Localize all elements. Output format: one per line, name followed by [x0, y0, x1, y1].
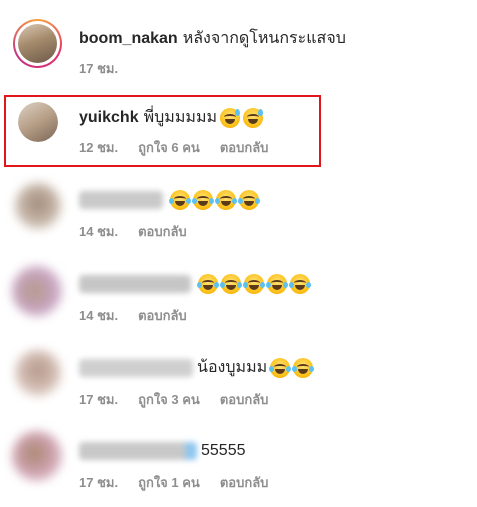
- tears-of-joy-emoji-icon: [192, 190, 214, 210]
- tears-of-joy-emoji-icon: [266, 274, 288, 294]
- blurred-username[interactable]: [79, 442, 197, 460]
- blurred-username[interactable]: [79, 275, 191, 293]
- avatar[interactable]: [13, 19, 62, 68]
- comment-time: 17 ชม.: [79, 392, 119, 407]
- tears-of-joy-emoji-icon: [220, 274, 242, 294]
- comment-time: 14 ชม.: [79, 224, 119, 239]
- tears-of-joy-emoji-icon: [292, 358, 315, 378]
- tears-of-joy-emoji-icon: [169, 190, 191, 210]
- comment-username[interactable]: boom_nakan: [79, 29, 178, 49]
- tears-of-joy-emoji-icon: [215, 190, 237, 210]
- reply-button[interactable]: ตอบกลับ: [220, 140, 269, 156]
- comment-time: 12 ชม.: [79, 140, 119, 155]
- tears-of-joy-emoji-icon: [243, 274, 265, 294]
- comment-time: 14 ชม.: [79, 308, 119, 323]
- tears-of-joy-emoji-icon: [238, 190, 260, 210]
- reply-button[interactable]: ตอบกลับ: [220, 475, 269, 491]
- comment-text: 55555: [201, 442, 246, 459]
- blurred-username[interactable]: [79, 191, 163, 209]
- reply-button[interactable]: ตอบกลับ: [138, 224, 187, 240]
- reply-button[interactable]: ตอบกลับ: [220, 392, 269, 408]
- comment-text: พี่บูมมมมม: [143, 109, 218, 126]
- sweat-smile-emoji-icon: [220, 108, 241, 128]
- comment-text: หลังจากดูโหนกระแสจบ: [182, 30, 346, 47]
- comment-username[interactable]: yuikchk: [79, 108, 139, 128]
- reply-button[interactable]: ตอบกลับ: [138, 308, 187, 324]
- likes-count[interactable]: ถูกใจ 1 คน: [138, 475, 200, 491]
- tears-of-joy-emoji-icon: [197, 274, 219, 294]
- avatar[interactable]: [12, 431, 62, 481]
- avatar[interactable]: [12, 266, 62, 316]
- blurred-username[interactable]: [79, 359, 193, 377]
- comment-time: 17 ชม.: [79, 61, 119, 76]
- comment-text: น้องบูมมม: [197, 359, 268, 376]
- tears-of-joy-emoji-icon: [269, 358, 292, 378]
- sweat-smile-emoji-icon: [243, 108, 264, 128]
- avatar[interactable]: [18, 102, 58, 142]
- likes-count[interactable]: ถูกใจ 6 คน: [138, 140, 200, 156]
- avatar[interactable]: [15, 350, 61, 396]
- comment-time: 17 ชม.: [79, 475, 119, 490]
- avatar[interactable]: [15, 183, 61, 229]
- tears-of-joy-emoji-icon: [289, 274, 311, 294]
- likes-count[interactable]: ถูกใจ 3 คน: [138, 392, 200, 408]
